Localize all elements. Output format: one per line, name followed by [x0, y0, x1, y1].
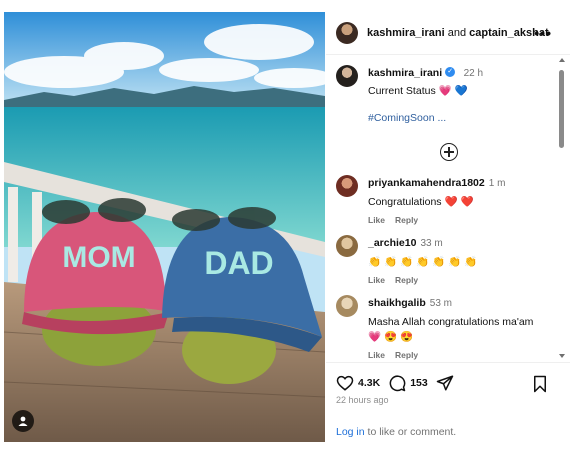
more-options-button[interactable]: ••• — [534, 25, 552, 41]
caption-time: 22 h — [463, 68, 484, 79]
caption-username[interactable]: kashmira_irani — [368, 67, 442, 79]
comment-time: 33 m — [420, 238, 443, 249]
verified-icon: ✓ — [445, 66, 456, 77]
comment-username[interactable]: priyankamahendra1802 — [368, 177, 485, 189]
comments-list[interactable]: kashmira_irani ✓ 22 h Current Status 💗 💙 … — [326, 55, 558, 361]
login-prompt-text: to like or comment. — [364, 426, 457, 438]
avatar[interactable] — [336, 295, 358, 317]
scrollbar-thumb[interactable] — [559, 70, 564, 148]
cap-right-text: DAD — [204, 245, 273, 281]
comment-text: Congratulations ❤️ ❤️ — [368, 196, 474, 208]
cap-left-text: MOM — [62, 241, 135, 274]
comment-text: 👏 👏 👏 👏 👏 👏 👏 — [368, 256, 478, 268]
reply-button[interactable]: Reply — [395, 215, 418, 225]
comments-scrollbar[interactable] — [559, 56, 565, 360]
user-tag-button[interactable] — [12, 410, 34, 432]
caption-text: Current Status 💗 💙 — [368, 85, 468, 97]
post-timestamp: 22 hours ago — [336, 395, 389, 405]
comment-text-line-2: 💗 😍 😍 — [368, 331, 414, 343]
reply-button[interactable]: Reply — [395, 275, 418, 285]
like-button[interactable]: Like — [368, 350, 385, 360]
bookmark-icon[interactable] — [532, 375, 548, 393]
comment-icon[interactable] — [388, 374, 406, 392]
avatar[interactable] — [336, 235, 358, 257]
comment-time: 1 m — [488, 178, 506, 189]
post-footer: 4.3K 153 22 hours ago Log in to like or … — [326, 362, 570, 449]
post-sidebar: kashmira_irani and captain_akshat ••• ka… — [326, 0, 570, 448]
reply-button[interactable]: Reply — [395, 350, 418, 360]
like-button[interactable]: Like — [368, 215, 385, 225]
comment-username[interactable]: shaikhgalib — [368, 297, 426, 309]
scroll-up-icon[interactable] — [559, 58, 565, 62]
comment-text: Masha Allah congratulations ma'am — [368, 316, 534, 328]
heart-icon[interactable] — [336, 374, 354, 392]
post-header: kashmira_irani and captain_akshat ••• — [326, 12, 570, 55]
person-icon — [18, 416, 28, 426]
header-joiner: and — [447, 27, 467, 39]
share-icon[interactable] — [436, 374, 454, 392]
instagram-post: MOM DAD kashmira_irani and captain_aksha… — [0, 0, 570, 448]
login-prompt: Log in to like or comment. — [336, 426, 456, 438]
comment-time: 53 m — [429, 298, 452, 309]
post-photo[interactable]: MOM DAD — [4, 12, 325, 442]
comments-count: 153 — [410, 377, 428, 389]
avatar[interactable] — [336, 22, 358, 44]
scroll-down-icon[interactable] — [559, 354, 565, 358]
login-link[interactable]: Log in — [336, 426, 365, 438]
avatar[interactable] — [336, 175, 358, 197]
like-button[interactable]: Like — [368, 275, 385, 285]
avatar[interactable] — [336, 65, 358, 87]
caption-hashtag[interactable]: #ComingSoon ... — [368, 112, 556, 124]
load-more-comments-icon[interactable] — [440, 143, 458, 161]
likes-count[interactable]: 4.3K — [358, 377, 380, 389]
header-usernames: kashmira_irani and captain_akshat — [367, 27, 549, 39]
comment-username[interactable]: _archie10 — [368, 237, 416, 249]
photo-scene: MOM DAD — [4, 12, 325, 442]
header-username-1[interactable]: kashmira_irani — [367, 27, 445, 39]
